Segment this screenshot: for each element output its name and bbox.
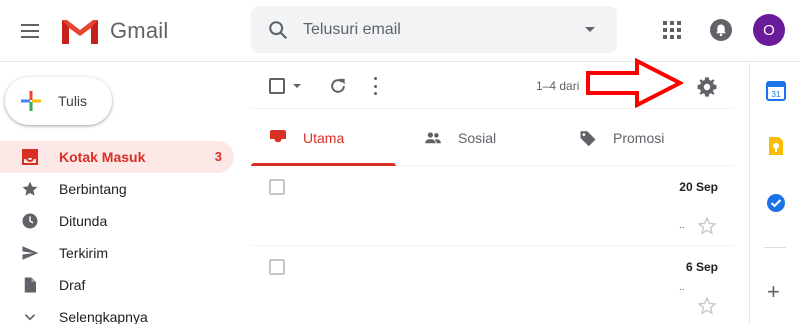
google-apps-icon[interactable] <box>663 21 681 39</box>
category-tabs: Utama Sosial Promosi <box>251 110 734 166</box>
search-bar[interactable] <box>251 6 617 53</box>
email-snippet: .. <box>679 282 685 293</box>
app-name: Gmail <box>110 18 169 43</box>
settings-gear-icon[interactable] <box>696 76 718 98</box>
email-checkbox[interactable] <box>269 179 285 195</box>
notifications-bell-icon[interactable] <box>709 18 733 42</box>
sidebar-item-label: Terkirim <box>59 245 108 261</box>
tab-social[interactable]: Sosial <box>406 110 556 166</box>
keep-icon[interactable] <box>766 136 786 156</box>
refresh-icon[interactable] <box>328 76 348 96</box>
sidebar-item-label: Selengkapnya <box>59 309 148 324</box>
account-avatar[interactable]: O <box>753 14 785 46</box>
email-snippet: .. <box>679 220 685 231</box>
annotation-arrow <box>586 58 683 108</box>
send-icon <box>22 246 39 260</box>
inbox-icon <box>270 130 286 146</box>
sidebar-item-inbox[interactable]: Kotak Masuk 3 <box>0 141 234 173</box>
compose-button[interactable]: Tulis <box>5 77 112 125</box>
search-options-caret-icon[interactable] <box>585 27 595 32</box>
select-options-caret-icon[interactable] <box>293 84 301 88</box>
email-checkbox[interactable] <box>269 259 285 275</box>
email-date: 6 Sep <box>685 260 718 274</box>
tab-primary[interactable]: Utama <box>251 110 396 166</box>
star-icon[interactable] <box>697 216 717 236</box>
compose-plus-icon <box>21 91 41 111</box>
sidebar-item-sent[interactable]: Terkirim <box>0 237 234 269</box>
clock-icon <box>22 213 38 229</box>
sidebar-item-more[interactable]: Selengkapnya <box>0 301 234 324</box>
gmail-logo[interactable]: Gmail <box>60 14 168 48</box>
tag-icon <box>580 131 596 147</box>
tab-label: Promosi <box>613 130 665 146</box>
main-menu-icon[interactable] <box>14 15 46 47</box>
sidebar-item-label: Draf <box>59 277 86 293</box>
sidebar-item-drafts[interactable]: Draf <box>0 269 234 301</box>
email-date: 20 Sep <box>679 180 718 194</box>
top-bar: Gmail O <box>0 0 800 62</box>
sidebar-item-snoozed[interactable]: Ditunda <box>0 205 234 237</box>
select-all-checkbox[interactable] <box>269 78 285 94</box>
email-row[interactable]: 20 Sep .. <box>251 166 734 246</box>
star-icon[interactable] <box>697 296 717 316</box>
pagination-info: 1–4 dari <box>536 79 580 93</box>
tab-promotions[interactable]: Promosi <box>561 110 731 166</box>
compose-label: Tulis <box>58 93 88 109</box>
more-options-icon[interactable] <box>372 77 378 95</box>
calendar-icon[interactable]: 31 <box>766 81 786 101</box>
email-row[interactable]: 6 Sep .. <box>251 246 734 324</box>
sidebar-item-starred[interactable]: Berbintang <box>0 173 234 205</box>
inbox-icon <box>22 149 38 165</box>
sidebar-item-label: Kotak Masuk <box>59 149 146 165</box>
sidebar-item-label: Berbintang <box>59 181 127 197</box>
unread-count: 3 <box>214 149 222 164</box>
star-icon <box>22 181 38 196</box>
side-panel: 31 + <box>749 63 800 324</box>
sidebar-item-label: Ditunda <box>59 213 108 229</box>
search-icon[interactable] <box>267 19 289 41</box>
tab-label: Utama <box>303 130 345 146</box>
side-panel-divider <box>764 247 786 248</box>
people-icon <box>425 132 441 144</box>
tab-label: Sosial <box>458 130 497 146</box>
gmail-m-icon <box>62 20 98 44</box>
add-addon-icon[interactable]: + <box>767 281 780 303</box>
tasks-icon[interactable] <box>766 193 786 213</box>
draft-icon <box>24 277 36 293</box>
svg-text:31: 31 <box>772 90 781 99</box>
chevron-down-icon <box>24 314 36 321</box>
search-input[interactable] <box>303 6 573 53</box>
